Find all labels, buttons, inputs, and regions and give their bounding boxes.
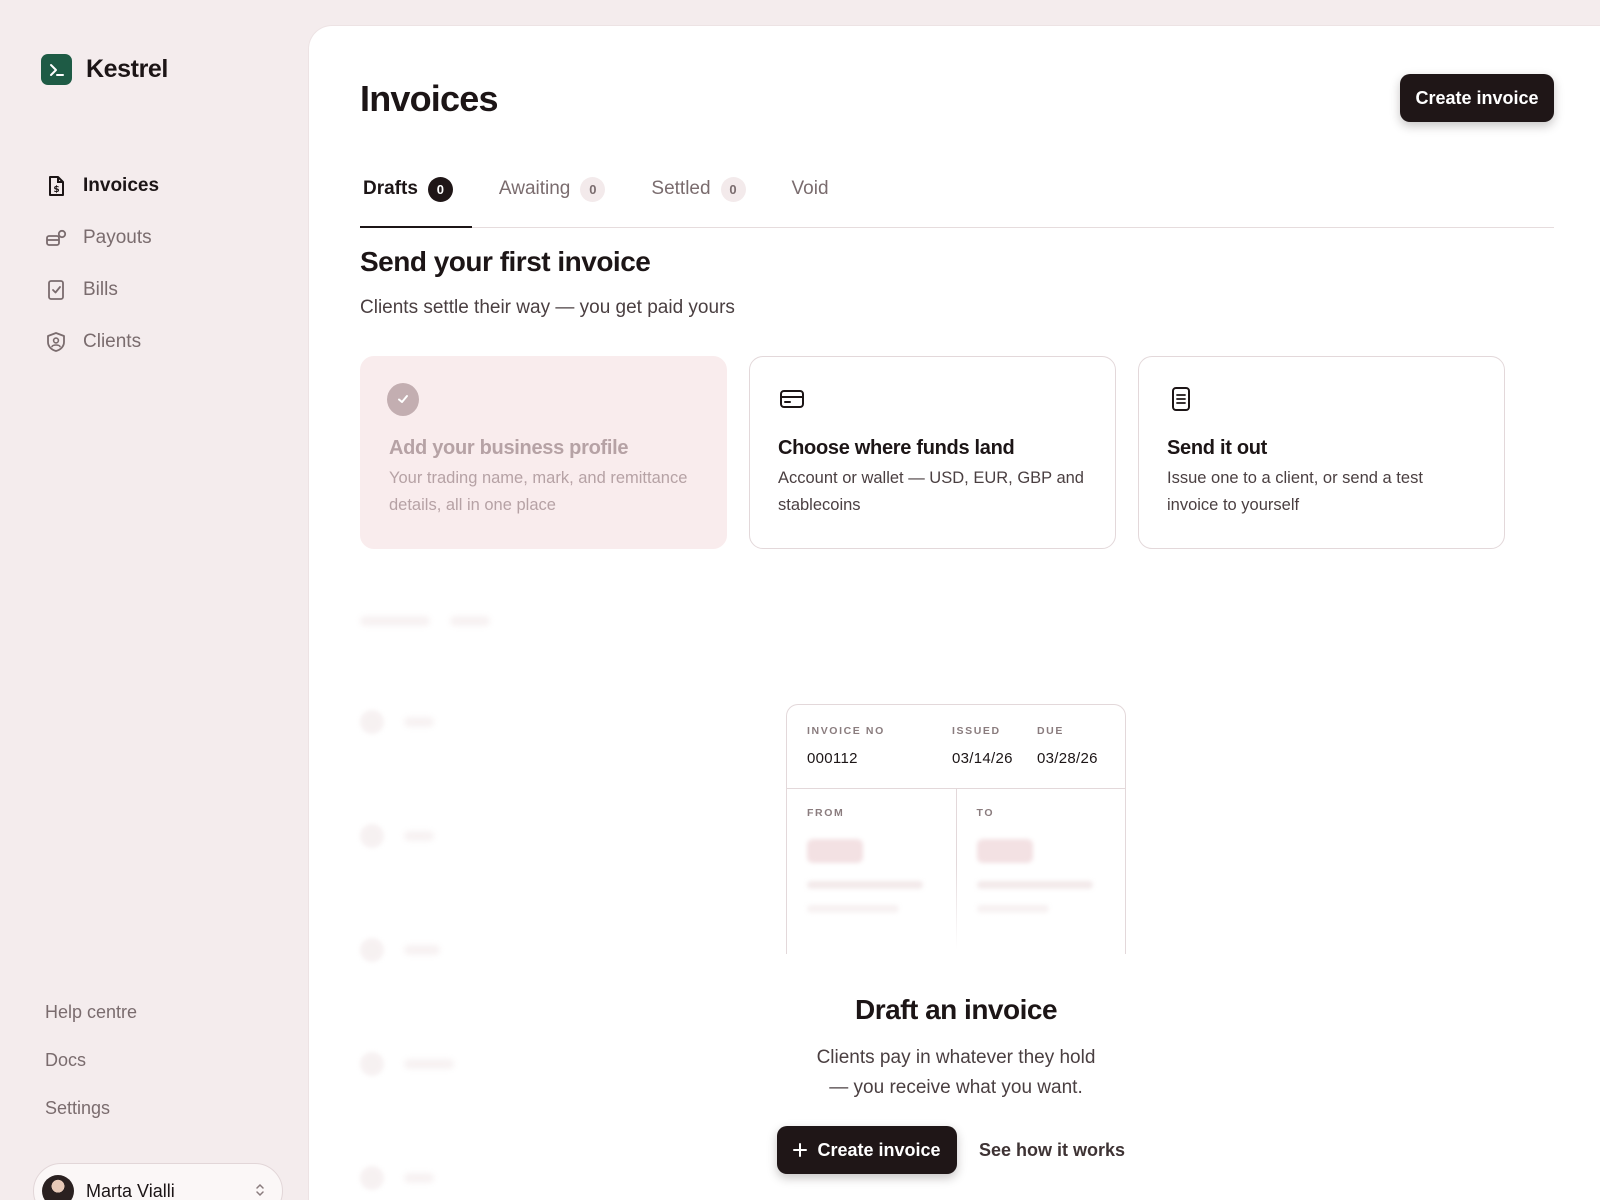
tab-label: Awaiting [498, 178, 571, 199]
sidebar: Kestrel $ Invoices Payouts Bills Clients [0, 0, 308, 1200]
docs-link[interactable]: Docs [45, 1048, 137, 1096]
empty-state-subtitle: Clients pay in whatever they hold — you … [756, 1043, 1156, 1103]
page-title: Invoices [360, 78, 498, 119]
create-invoice-button[interactable]: Create invoice [1400, 74, 1554, 122]
bill-check-icon [44, 278, 68, 302]
sidebar-nav: $ Invoices Payouts Bills Clients [44, 160, 159, 368]
onboarding-card-funds[interactable]: Choose where funds land Account or walle… [749, 356, 1116, 549]
invoice-no-value: 000112 [807, 750, 858, 767]
sidebar-item-invoices[interactable]: $ Invoices [44, 160, 159, 212]
avatar [42, 1175, 74, 1200]
sidebar-item-bills[interactable]: Bills [44, 264, 159, 316]
settings-link[interactable]: Settings [45, 1096, 137, 1144]
brand[interactable]: Kestrel [41, 54, 168, 85]
tab-settled[interactable]: Settled 0 [648, 152, 748, 226]
shield-user-icon [44, 330, 68, 354]
invoice-preview-header: INVOICE NO 000112 ISSUED 03/14/26 DUE 03… [787, 705, 1125, 789]
tab-void[interactable]: Void [789, 152, 832, 226]
issued-label: ISSUED [952, 725, 1001, 737]
user-name: Marta Vialli [86, 1180, 175, 1200]
issued-value: 03/14/26 [952, 750, 1013, 767]
invoice-preview: INVOICE NO 000112 ISSUED 03/14/26 DUE 03… [786, 704, 1126, 954]
count-badge: 0 [720, 176, 746, 202]
invoice-no-label: INVOICE NO [807, 725, 885, 737]
invoice-tabs: Drafts 0 Awaiting 0 Settled 0 Void [360, 152, 1554, 228]
onboarding-cards: Add your business profile Your trading n… [360, 356, 1505, 549]
ghost-row [360, 824, 434, 848]
chevron-up-down-icon [254, 1182, 266, 1200]
card-title: Send it out [1167, 437, 1268, 459]
to-label: TO [976, 807, 995, 819]
terminal-prompt-icon [41, 54, 72, 85]
invoice-doc-icon: $ [44, 174, 68, 198]
empty-state-line-1: Clients pay in whatever they hold [816, 1047, 1096, 1068]
count-badge: 0 [580, 176, 606, 202]
payouts-icon [44, 226, 68, 250]
document-lines-icon [1165, 383, 1197, 415]
due-value: 03/28/26 [1037, 750, 1098, 767]
tab-label: Settled [651, 178, 711, 199]
sidebar-item-clients[interactable]: Clients [44, 316, 159, 368]
ghost-header [360, 616, 490, 626]
count-badge: 0 [427, 176, 453, 202]
sidebar-item-label: Bills [83, 279, 118, 300]
ghost-row [360, 938, 440, 962]
onboarding-card-send[interactable]: Send it out Issue one to a client, or se… [1138, 356, 1505, 549]
brand-name: Kestrel [86, 55, 168, 83]
tab-drafts[interactable]: Drafts 0 [360, 152, 472, 228]
onboarding-subtitle: Clients settle their way — you get paid … [360, 297, 735, 318]
tab-label: Drafts [363, 178, 418, 199]
tab-label: Void [791, 178, 829, 199]
wallet-card-icon [776, 383, 808, 415]
button-label: Create invoice [817, 1139, 941, 1160]
sidebar-item-label: Clients [83, 331, 142, 352]
sidebar-footer-links: Help centre Docs Settings [45, 1000, 137, 1144]
card-desc: Your trading name, mark, and remittance … [389, 469, 688, 514]
main-panel: Invoices Create invoice Drafts 0 Awaitin… [308, 25, 1600, 1200]
invoice-from-col: FROM [787, 789, 956, 954]
onboarding-title: Send your first invoice [360, 246, 651, 277]
ghost-row [360, 1052, 454, 1076]
sidebar-item-label: Payouts [83, 227, 152, 248]
see-how-it-works-link[interactable]: See how it works [979, 1140, 1125, 1161]
empty-state-title: Draft an invoice [854, 994, 1058, 1025]
from-label: FROM [807, 807, 845, 819]
card-desc: Issue one to a client, or send a test in… [1167, 469, 1423, 514]
check-circle-icon [387, 382, 419, 416]
ghost-row [360, 1166, 434, 1190]
onboarding-card-business-profile[interactable]: Add your business profile Your trading n… [360, 356, 727, 549]
due-label: DUE [1037, 725, 1064, 737]
invoice-to-col: TO [955, 789, 1126, 954]
create-invoice-cta-button[interactable]: Create invoice [777, 1126, 957, 1174]
help-centre-link[interactable]: Help centre [45, 1000, 137, 1048]
ghost-row [360, 710, 434, 734]
plus-icon [793, 1143, 808, 1157]
sidebar-item-label: Invoices [83, 175, 160, 196]
invoice-preview-body: FROM TO [787, 789, 1125, 954]
user-switcher[interactable]: Marta Vialli [33, 1163, 283, 1200]
svg-text:$: $ [53, 185, 59, 195]
card-desc: Account or wallet — USD, EUR, GBP and st… [778, 469, 1084, 514]
empty-state-line-2: — you receive what you want. [829, 1077, 1083, 1098]
sidebar-item-payouts[interactable]: Payouts [44, 212, 159, 264]
tab-awaiting[interactable]: Awaiting 0 [496, 152, 608, 226]
card-title: Choose where funds land [778, 437, 1015, 459]
card-title: Add your business profile [389, 437, 629, 459]
